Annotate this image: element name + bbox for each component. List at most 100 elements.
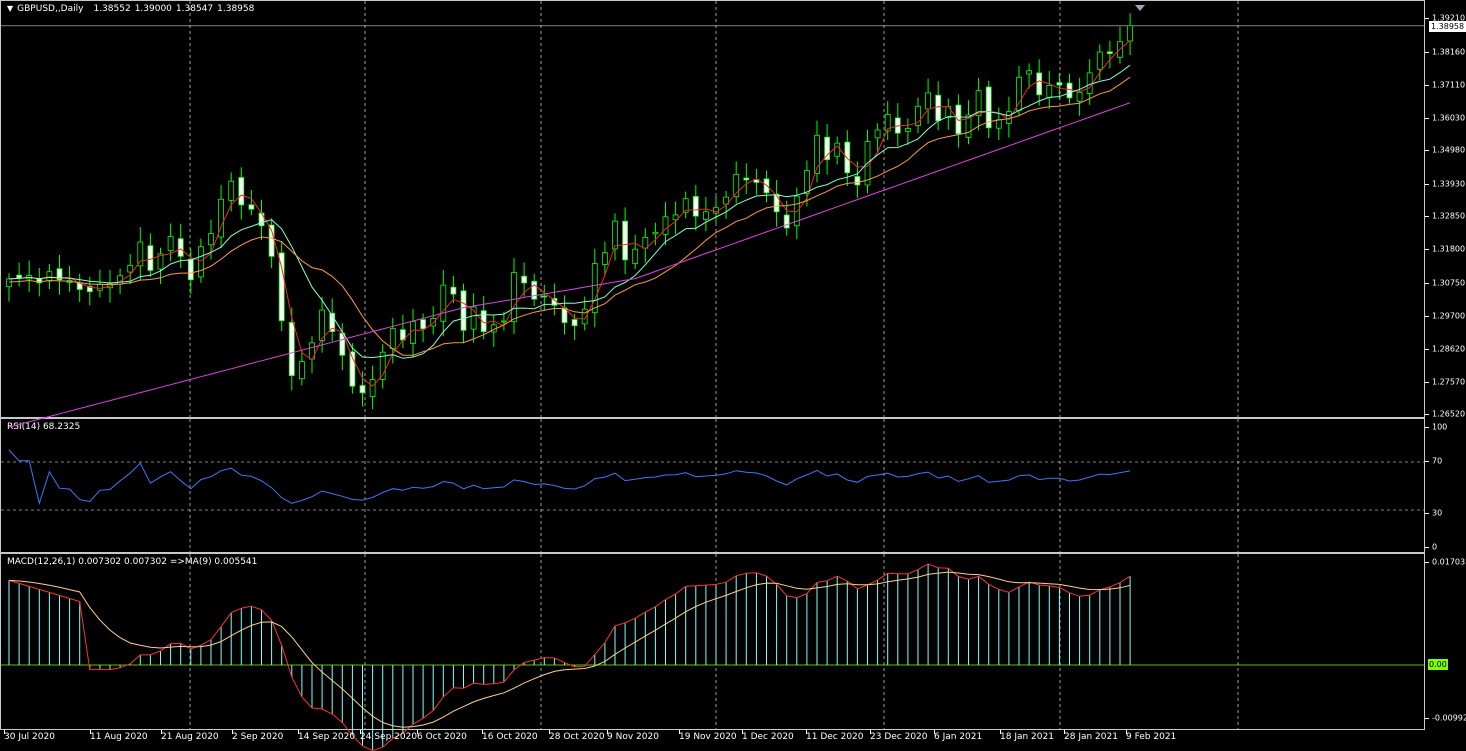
candle-body — [147, 245, 154, 271]
candle-body — [197, 246, 204, 278]
candle-body — [1036, 72, 1043, 96]
candle-body — [1046, 85, 1053, 98]
date-tick — [934, 730, 935, 734]
date-label: 9 Feb 2021 — [1126, 732, 1177, 742]
date-tick — [232, 730, 233, 734]
candle-body — [652, 231, 659, 235]
candle-body — [824, 136, 830, 161]
date-label: 19 Nov 2020 — [679, 732, 737, 742]
candle-body — [844, 141, 851, 174]
candle-body — [521, 275, 527, 284]
date-label: 16 Oct 2020 — [482, 732, 538, 742]
candle-body — [1066, 82, 1073, 99]
candle-body — [541, 295, 548, 298]
axis-tick — [1425, 513, 1429, 514]
date-label: 2 Sep 2020 — [232, 732, 284, 742]
date-tick — [870, 730, 871, 734]
candle-body — [1107, 51, 1113, 54]
candle-body — [420, 319, 427, 330]
date-label: 21 Aug 2020 — [161, 732, 219, 742]
rsi-tick-label: 100 — [1432, 422, 1448, 432]
candle-body — [137, 241, 144, 267]
axis-tick — [1425, 184, 1429, 185]
candle-body — [460, 290, 467, 331]
candle-body — [773, 193, 780, 213]
date-label: 1 Dec 2020 — [742, 732, 794, 742]
date-tick — [679, 730, 680, 734]
macd-zero-label: 0.00 — [1428, 659, 1448, 670]
candle-body — [783, 214, 790, 229]
candle-body — [955, 104, 962, 135]
candle-body — [258, 212, 265, 227]
chart-shift-marker-icon — [1135, 5, 1145, 11]
candle-body — [804, 170, 810, 194]
candle-body — [874, 129, 881, 139]
axis-tick — [1425, 461, 1429, 462]
candle-body — [450, 286, 457, 295]
date-label: 9 Nov 2020 — [607, 732, 659, 742]
axis-tick — [1425, 118, 1429, 119]
candle-body — [511, 272, 517, 323]
ma-fast-line — [8, 40, 1131, 387]
price-tick-label: 1.31800 — [1432, 244, 1466, 254]
date-label: 18 Jan 2021 — [1000, 732, 1054, 742]
candle-body — [440, 284, 447, 322]
axis-tick — [1425, 414, 1429, 415]
price-tick-label: 1.34980 — [1432, 145, 1466, 155]
candle-body — [187, 258, 194, 281]
candle-body — [16, 274, 23, 279]
date-label: 14 Sep 2020 — [298, 732, 356, 742]
ma-mid-line — [8, 64, 1131, 359]
date-label: 24 Sep 2020 — [360, 732, 418, 742]
date-label: 6 Oct 2020 — [417, 732, 467, 742]
macd-line — [8, 563, 1131, 751]
axis-tick — [1425, 316, 1429, 317]
axis-tick — [1425, 283, 1429, 284]
candle-body — [1056, 82, 1063, 86]
axis-tick — [1425, 216, 1429, 217]
candle-body — [935, 94, 942, 122]
price-tick-label: 1.37110 — [1432, 80, 1466, 90]
candle-body — [1076, 91, 1083, 102]
macd-tick-label: -0.00992 — [1432, 713, 1466, 723]
axis-tick — [1425, 18, 1429, 19]
candle-body — [622, 220, 628, 261]
price-tick-label: 1.38160 — [1432, 47, 1466, 57]
candle-body — [703, 211, 709, 220]
date-label: 6 Jan 2021 — [934, 732, 983, 742]
price-tick-label: 1.29700 — [1432, 311, 1466, 321]
candle-body — [177, 238, 184, 257]
rsi-tick-label: 0 — [1432, 542, 1438, 552]
candle-body — [662, 216, 669, 235]
axis-tick — [1425, 547, 1429, 548]
axis-tick — [1425, 85, 1429, 86]
candle-body — [692, 196, 699, 217]
date-tick — [742, 730, 743, 734]
date-tick — [360, 730, 361, 734]
date-tick — [298, 730, 299, 734]
axis-tick — [1425, 427, 1429, 428]
date-label: 23 Dec 2020 — [870, 732, 928, 742]
candle-body — [632, 248, 639, 264]
candle-body — [834, 142, 841, 157]
candle-body — [602, 252, 608, 265]
date-label: 28 Jan 2021 — [1064, 732, 1118, 742]
candle-body — [1096, 51, 1103, 70]
date-tick — [1064, 730, 1065, 734]
ma-long-line — [8, 102, 1131, 428]
date-tick — [90, 730, 91, 734]
chart-canvas — [1, 1, 1424, 751]
rsi-tick-label: 70 — [1432, 456, 1443, 466]
date-tick — [482, 730, 483, 734]
candle-body — [591, 263, 598, 314]
candle-body — [854, 176, 861, 186]
candle-body — [248, 204, 255, 210]
price-tick-label: 1.26520 — [1432, 409, 1466, 419]
macd-tick-label: 0.017035 — [1432, 557, 1466, 567]
price-tick-label: 1.32850 — [1432, 211, 1466, 221]
date-label: 11 Dec 2020 — [806, 732, 864, 742]
candle-body — [1086, 72, 1093, 94]
rsi-tick-label: 30 — [1432, 508, 1443, 518]
date-tick — [549, 730, 550, 734]
candle-body — [6, 278, 12, 288]
